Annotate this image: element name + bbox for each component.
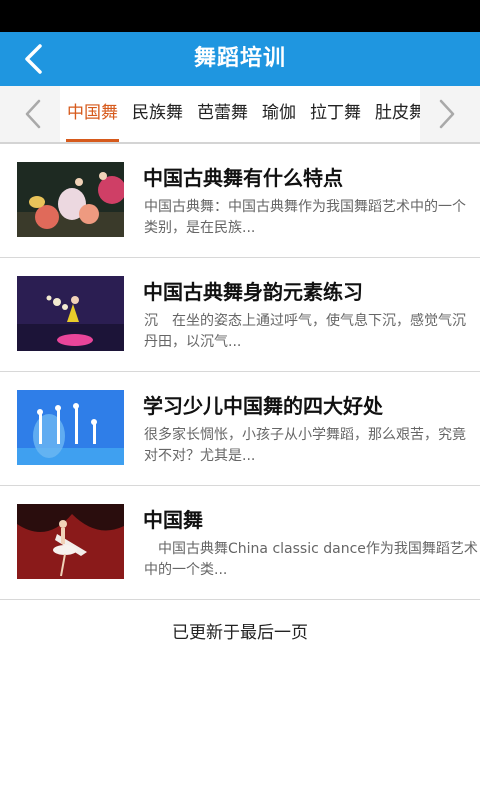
chevron-left-icon — [25, 99, 41, 129]
status-bar — [0, 0, 480, 32]
tab-chinese-dance[interactable]: 中国舞 — [60, 86, 125, 142]
page-title: 舞蹈培训 — [193, 46, 286, 71]
tabs-next-button[interactable] — [420, 86, 480, 142]
article-thumbnail — [17, 162, 124, 237]
article-summary: 中国古典舞：中国古典舞作为我国舞蹈艺术中的一个类别，是在民族... — [144, 199, 466, 236]
article-summary: 中国古典舞China classic dance作为我国舞蹈艺术中的一个类... — [144, 541, 478, 578]
tab-folk-dance[interactable]: 民族舞 — [125, 86, 190, 142]
app-bar: 舞蹈培训 — [0, 32, 480, 86]
article-thumbnail — [17, 276, 124, 351]
tab-yoga[interactable]: 瑜伽 — [255, 86, 303, 142]
tabs-viewport: 中国舞 民族舞 芭蕾舞 瑜伽 拉丁舞 肚皮舞 — [60, 86, 420, 142]
article-title: 中国舞 — [143, 508, 203, 532]
list-item[interactable]: 学习少儿中国舞的四大好处 很多家长惆怅，小孩子从小学舞蹈，那么艰苦，究竟对不对？… — [0, 372, 480, 486]
article-title: 中国古典舞有什么特点 — [143, 166, 343, 190]
article-summary: 沉 在坐的姿态上通过呼气，使气息下沉，感觉气沉丹田，以沉气... — [144, 313, 466, 350]
tab-ballet[interactable]: 芭蕾舞 — [190, 86, 255, 142]
chevron-right-icon — [439, 99, 455, 129]
article-summary: 很多家长惆怅，小孩子从小学舞蹈，那么艰苦，究竟对不对？尤其是... — [144, 427, 466, 464]
article-list: 中国古典舞有什么特点 中国古典舞：中国古典舞作为我国舞蹈艺术中的一个类别，是在民… — [0, 144, 480, 600]
tab-latin-dance[interactable]: 拉丁舞 — [303, 86, 368, 142]
tabs-prev-button[interactable] — [0, 86, 60, 142]
article-title: 中国古典舞身韵元素练习 — [143, 280, 363, 304]
list-item[interactable]: 中国古典舞有什么特点 中国古典舞：中国古典舞作为我国舞蹈艺术中的一个类别，是在民… — [0, 144, 480, 258]
end-of-list-note: 已更新于最后一页 — [172, 623, 308, 643]
tab-belly-dance[interactable]: 肚皮舞 — [368, 86, 420, 142]
list-item[interactable]: 中国古典舞身韵元素练习 沉 在坐的姿态上通过呼气，使气息下沉，感觉气沉丹田，以沉… — [0, 258, 480, 372]
article-thumbnail — [17, 390, 124, 465]
article-title: 学习少儿中国舞的四大好处 — [143, 394, 383, 418]
list-item[interactable]: 中国舞 中国古典舞China classic dance作为我国舞蹈艺术中的一个… — [0, 486, 480, 600]
category-tab-strip: 中国舞 民族舞 芭蕾舞 瑜伽 拉丁舞 肚皮舞 — [0, 86, 480, 144]
article-thumbnail — [17, 504, 124, 579]
